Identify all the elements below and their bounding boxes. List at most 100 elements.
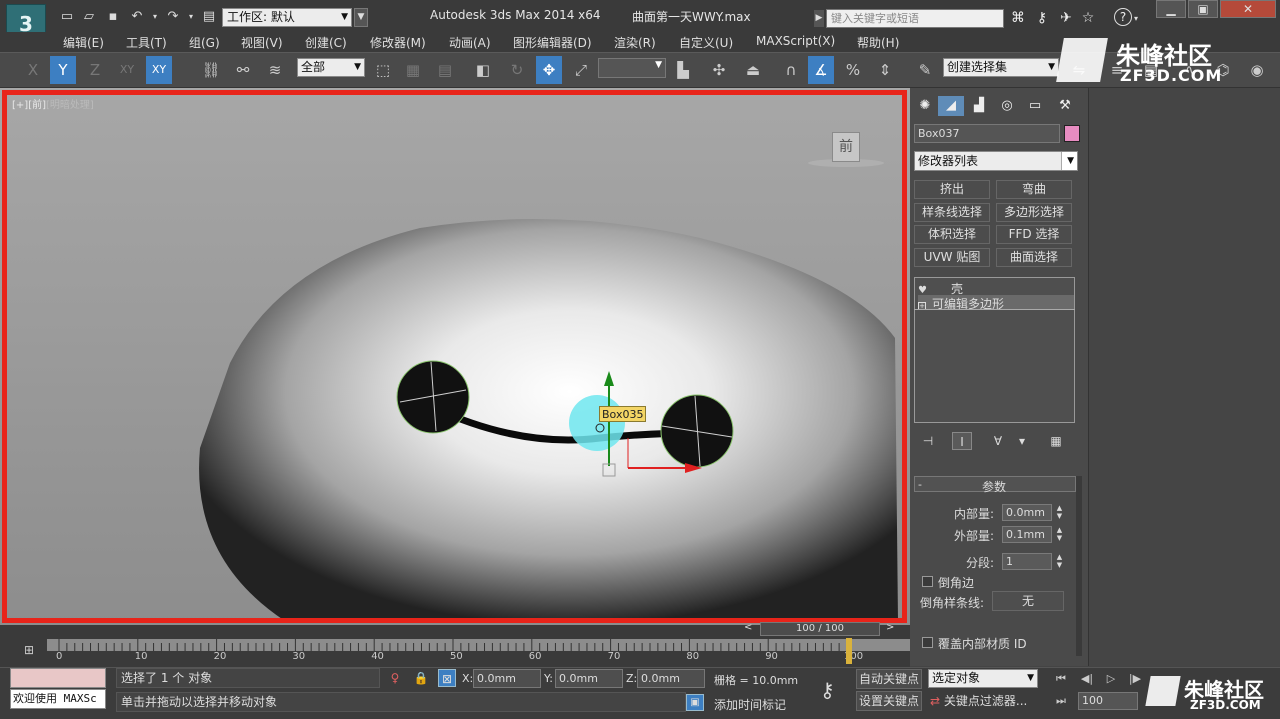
maxscript-listener-field[interactable] <box>10 668 106 688</box>
menu-edit[interactable]: 编辑(E) <box>63 34 104 51</box>
project-folder-icon[interactable]: ▤ <box>200 8 218 26</box>
key-selection-dropdown[interactable]: 选定对象 ▼ <box>928 669 1038 688</box>
current-frame-field[interactable]: 100 <box>1078 692 1138 710</box>
mini-curve-editor-icon[interactable]: ⊞ <box>18 643 40 659</box>
menu-group[interactable]: 组(G) <box>189 34 220 51</box>
redo-dropdown-icon[interactable]: ▾ <box>182 8 200 26</box>
edit-named-selection-icon[interactable]: ✎ <box>912 56 938 84</box>
modifier-uvw-map-button[interactable]: UVW 贴图 <box>914 248 990 267</box>
tab-create-icon[interactable]: ✺ <box>912 96 938 116</box>
workspace-dropdown[interactable]: 工作区: 默认 ▼ <box>222 8 352 27</box>
menu-customize[interactable]: 自定义(U) <box>679 34 733 51</box>
restore-button[interactable]: ▣ <box>1188 0 1218 18</box>
communication-icon[interactable]: ✈ <box>1056 8 1076 28</box>
named-selection-sets-dropdown[interactable]: 创建选择集 ▼ <box>943 58 1059 77</box>
time-slider-prev[interactable]: < <box>744 622 752 633</box>
pin-stack-icon[interactable]: ⊣ <box>918 432 938 450</box>
binoculars-icon[interactable]: ⌘ <box>1008 8 1028 28</box>
goto-start-icon[interactable]: ⏮ <box>1050 672 1072 688</box>
select-and-link-icon[interactable]: ⛓ <box>198 56 224 84</box>
menu-rendering[interactable]: 渲染(R) <box>614 34 656 51</box>
select-manipulate-icon[interactable]: ✣ <box>706 56 732 84</box>
set-key-icon[interactable]: ⚷ <box>820 678 835 702</box>
menu-maxscript[interactable]: MAXScript(X) <box>756 34 835 48</box>
favorites-star-icon[interactable]: ☆ <box>1078 8 1098 28</box>
x-coord-field[interactable]: 0.0mm <box>473 669 541 688</box>
help-icon[interactable]: ? <box>1114 8 1132 26</box>
time-slider-next[interactable]: > <box>886 622 894 633</box>
modifier-list-dropdown[interactable]: 修改器列表 ▼ <box>914 151 1078 171</box>
time-slider[interactable]: 100 / 100 <box>760 622 880 636</box>
modifier-extrude-button[interactable]: 挤出 <box>914 180 990 199</box>
modifier-vol-select-button[interactable]: 体积选择 <box>914 225 990 244</box>
play-icon[interactable]: ▷ <box>1100 672 1122 688</box>
spinner-snap-icon[interactable]: ⇕ <box>872 56 898 84</box>
undo-dropdown-icon[interactable]: ▾ <box>146 8 164 26</box>
inner-amount-spinner[interactable]: ▲ ▼ <box>1055 504 1064 521</box>
configure-modifier-sets-icon[interactable]: ▦ <box>1046 432 1066 450</box>
window-crossing-icon[interactable]: ◧ <box>470 56 496 84</box>
add-time-tag[interactable]: 添加时间标记 <box>714 696 786 713</box>
new-file-icon[interactable]: ▭ <box>58 8 76 26</box>
outer-amount-field[interactable]: 0.1mm <box>1002 526 1052 543</box>
angle-snap-icon[interactable]: ∡ <box>808 56 834 84</box>
rotate-icon[interactable]: ↻ <box>504 56 530 84</box>
axis-constraint-xy[interactable]: XY <box>114 56 140 84</box>
unlink-icon[interactable]: ⚯ <box>230 56 256 84</box>
add-time-tag-icon[interactable]: ▣ <box>686 694 704 711</box>
isolate-selection-icon[interactable]: ♀ <box>386 669 404 687</box>
current-frame-marker[interactable] <box>846 638 852 664</box>
segments-field[interactable]: 1 <box>1002 553 1052 570</box>
select-by-name-icon[interactable]: ▦ <box>400 56 426 84</box>
undo-icon[interactable]: ↶ <box>128 8 146 26</box>
viewport-label[interactable]: [+][前][明暗处理] <box>12 96 94 111</box>
menu-tools[interactable]: 工具(T) <box>126 34 167 51</box>
axis-constraint-z[interactable]: Z <box>82 56 108 84</box>
tab-display-icon[interactable]: ▭ <box>1022 96 1048 116</box>
y-coord-field[interactable]: 0.0mm <box>555 669 623 688</box>
rollout-collapse-icon[interactable]: - <box>918 478 922 491</box>
search-expand-icon[interactable]: ▶ <box>814 10 824 27</box>
next-frame-icon[interactable]: |▶ <box>1124 672 1146 688</box>
menu-animation[interactable]: 动画(A) <box>449 34 491 51</box>
object-name-field[interactable]: Box037 <box>914 124 1060 143</box>
prev-frame-icon[interactable]: ◀| <box>1076 672 1098 688</box>
modifier-spline-select-button[interactable]: 样条线选择 <box>914 203 990 222</box>
tab-utilities-icon[interactable]: ⚒ <box>1052 96 1078 116</box>
selection-lock-icon[interactable]: 🔒 <box>412 669 430 687</box>
set-key-button[interactable]: 设置关键点 <box>856 691 922 711</box>
maxscript-welcome-field[interactable]: 欢迎使用 MAXSc <box>10 689 106 709</box>
pivot-center-icon[interactable]: ▙ <box>670 56 696 84</box>
axis-constraint-y[interactable]: Y <box>50 56 76 84</box>
tab-modify-icon[interactable]: ◢ <box>938 96 964 116</box>
close-button[interactable]: ✕ <box>1220 0 1276 18</box>
modifier-ffd-select-button[interactable]: FFD 选择 <box>996 225 1072 244</box>
tab-hierarchy-icon[interactable]: ▟ <box>966 96 992 116</box>
bevel-edges-checkbox[interactable] <box>922 576 933 587</box>
menu-views[interactable]: 视图(V) <box>241 34 283 51</box>
tab-motion-icon[interactable]: ◎ <box>994 96 1020 116</box>
axis-constraint-x[interactable]: X <box>20 56 46 84</box>
selection-filter-dropdown[interactable]: 全部 ▼ <box>297 58 365 77</box>
open-file-icon[interactable]: ▱ <box>80 8 98 26</box>
outer-amount-spinner[interactable]: ▲ ▼ <box>1055 526 1064 543</box>
modifier-poly-select-button[interactable]: 多边形选择 <box>996 203 1072 222</box>
material-editor-icon[interactable]: ◉ <box>1244 56 1270 84</box>
timeline-ruler[interactable] <box>47 639 910 651</box>
show-end-result-icon[interactable]: I <box>952 432 972 450</box>
inner-amount-field[interactable]: 0.0mm <box>1002 504 1052 521</box>
object-color-swatch[interactable] <box>1064 125 1080 142</box>
select-and-scale-icon[interactable]: ⤢ <box>568 56 594 84</box>
subscription-key-icon[interactable]: ⚷ <box>1032 8 1052 28</box>
select-object-icon[interactable]: ⬚ <box>370 56 396 84</box>
menu-create[interactable]: 创建(C) <box>305 34 347 51</box>
snaps-toggle-icon[interactable]: ∩ <box>778 56 804 84</box>
modifier-bend-button[interactable]: 弯曲 <box>996 180 1072 199</box>
selection-region-icon[interactable]: ▤ <box>432 56 458 84</box>
make-unique-icon[interactable]: ∀ <box>988 432 1008 450</box>
bevel-spline-pick-button[interactable]: 无 <box>992 591 1064 611</box>
quick-access-dropdown-icon[interactable]: ▼ <box>354 8 368 27</box>
override-inner-mat-checkbox[interactable] <box>922 637 933 648</box>
key-filters-button[interactable]: ⇄ 关键点过滤器... <box>930 692 1040 712</box>
remove-modifier-icon[interactable]: ▾ <box>1012 432 1032 450</box>
